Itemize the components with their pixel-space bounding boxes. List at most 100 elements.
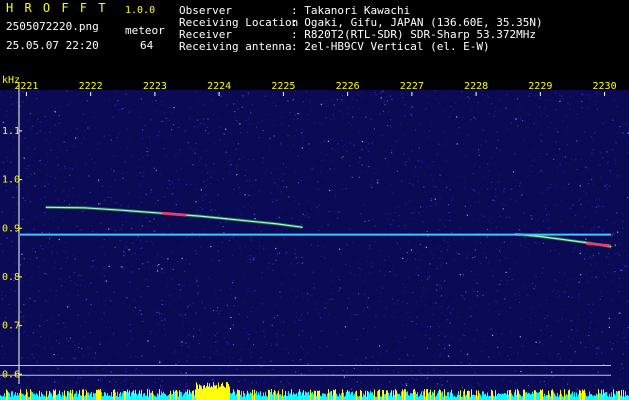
noise-speck <box>129 140 131 142</box>
noise-speck <box>567 380 569 382</box>
noise-speck <box>463 353 465 356</box>
noise-speck <box>370 93 372 95</box>
noise-speck <box>147 388 150 390</box>
noise-speck <box>589 339 591 341</box>
noise-speck <box>368 219 370 222</box>
noise-speck <box>360 92 362 94</box>
noise-speck <box>508 216 510 218</box>
noise-speck <box>453 239 455 241</box>
noise-speck <box>163 324 165 326</box>
noise-speck <box>186 141 189 143</box>
noise-speck <box>155 111 157 113</box>
signal-bar <box>604 392 605 400</box>
y-tick-label: 1.0 <box>2 175 20 186</box>
noise-speck <box>398 215 400 217</box>
noise-speck <box>269 389 271 391</box>
noise-speck <box>202 200 204 202</box>
signal-bar <box>536 392 537 400</box>
noise-speck <box>195 312 197 314</box>
noise-speck <box>118 109 120 111</box>
signal-bar <box>152 390 153 400</box>
noise-speck <box>545 208 547 210</box>
noise-speck <box>33 153 35 155</box>
noise-speck <box>531 218 533 220</box>
noise-speck <box>447 204 450 206</box>
noise-speck <box>131 271 133 273</box>
noise-speck <box>241 153 243 155</box>
noise-speck <box>251 185 253 187</box>
noise-speck <box>218 214 220 216</box>
signal-bar <box>579 389 580 400</box>
signal-bar <box>393 390 394 400</box>
noise-speck <box>438 344 440 346</box>
noise-speck <box>26 176 28 178</box>
noise-speck <box>383 101 385 103</box>
signal-bar <box>212 387 213 400</box>
noise-speck <box>441 312 443 314</box>
noise-speck <box>613 100 615 102</box>
noise-speck <box>594 132 596 134</box>
noise-speck <box>78 195 80 197</box>
noise-speck <box>142 102 145 104</box>
signal-bar <box>193 390 194 400</box>
noise-speck <box>352 241 354 243</box>
noise-speck <box>95 127 97 129</box>
noise-speck <box>519 194 521 197</box>
noise-speck <box>593 229 595 231</box>
noise-speck <box>476 295 478 297</box>
noise-speck <box>139 240 141 242</box>
signal-bar <box>454 396 455 400</box>
noise-speck <box>164 319 166 321</box>
noise-speck <box>217 179 219 181</box>
noise-speck <box>146 240 148 243</box>
noise-speck <box>432 302 434 304</box>
noise-speck <box>243 369 245 371</box>
noise-speck <box>233 188 235 190</box>
noise-speck <box>441 384 443 386</box>
noise-speck <box>439 257 441 259</box>
noise-speck <box>578 281 580 284</box>
signal-bar <box>42 394 43 400</box>
noise-speck <box>380 97 382 99</box>
noise-speck <box>439 284 441 286</box>
signal-bar <box>223 385 224 400</box>
noise-speck <box>231 388 233 390</box>
noise-speck <box>596 347 598 349</box>
signal-bar <box>94 393 95 400</box>
noise-speck <box>557 319 559 322</box>
noise-speck <box>466 353 469 355</box>
noise-speck <box>143 171 145 173</box>
signal-bar <box>530 394 531 400</box>
noise-speck <box>178 179 180 181</box>
noise-speck <box>6 157 8 159</box>
noise-speck <box>389 271 391 273</box>
noise-speck <box>561 95 563 97</box>
noise-speck <box>240 360 242 362</box>
noise-speck <box>210 209 212 211</box>
signal-bar <box>364 395 365 400</box>
noise-speck <box>53 215 55 218</box>
noise-speck <box>390 183 392 185</box>
noise-speck <box>20 316 22 318</box>
noise-speck <box>173 352 175 354</box>
noise-speck <box>480 128 483 130</box>
noise-speck <box>346 383 348 385</box>
noise-speck <box>150 189 152 191</box>
signal-bar <box>107 393 108 400</box>
noise-speck <box>348 229 350 231</box>
signal-bar <box>561 393 562 400</box>
noise-speck <box>267 266 269 268</box>
signal-bar <box>600 393 601 400</box>
noise-speck <box>57 164 59 166</box>
noise-speck <box>616 175 619 177</box>
noise-speck <box>75 357 77 359</box>
noise-speck <box>434 90 436 92</box>
signal-bar <box>518 390 519 400</box>
noise-speck <box>326 346 328 348</box>
noise-speck <box>391 145 393 147</box>
noise-speck <box>614 271 616 273</box>
noise-speck <box>29 201 32 203</box>
noise-speck <box>160 362 162 364</box>
noise-speck <box>226 304 228 306</box>
signal-bar <box>7 390 8 400</box>
